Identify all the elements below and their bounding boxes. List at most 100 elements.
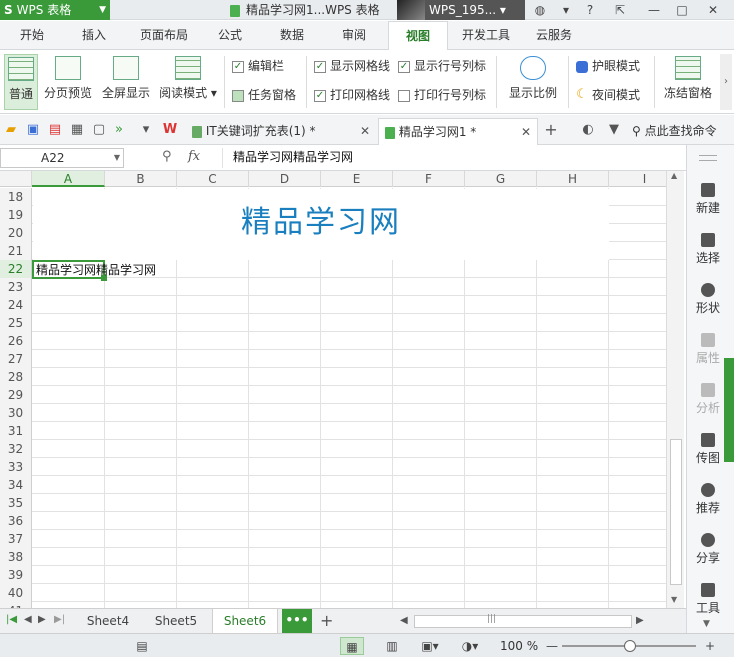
tab-view[interactable]: 视图 <box>388 21 448 50</box>
table-row[interactable]: 27 <box>0 350 666 368</box>
shirt-icon[interactable]: ▾ <box>556 0 576 20</box>
row-header[interactable]: 26 <box>0 332 32 350</box>
show-gridlines-checkbox[interactable]: ✓ 显示网格线 <box>314 58 390 74</box>
normal-view-icon[interactable]: ▦ <box>340 637 364 655</box>
sync-icon[interactable]: ◍ <box>530 0 550 20</box>
table-row[interactable]: 28 <box>0 368 666 386</box>
zoom-formula-icon[interactable]: ⚲ <box>162 149 172 164</box>
panel-shape[interactable]: 形状 <box>687 283 729 316</box>
normal-view-button[interactable]: 普通 <box>4 54 38 110</box>
scroll-right-icon[interactable]: ▶ <box>636 615 644 626</box>
row-header[interactable]: 31 <box>0 422 32 440</box>
panel-upload-image[interactable]: 传图 <box>687 433 729 466</box>
add-sheet-icon[interactable]: + <box>320 611 333 630</box>
column-header-b[interactable]: B <box>105 171 177 187</box>
page-break-preview-button[interactable]: 分页预览 <box>42 54 94 110</box>
help-icon[interactable]: ? <box>580 0 600 20</box>
minimize-icon[interactable]: — <box>644 0 664 20</box>
doc-tab-jingpin[interactable]: 精品学习网1 * ✕ <box>378 118 538 145</box>
column-header-g[interactable]: G <box>465 171 537 187</box>
table-row[interactable]: 34 <box>0 476 666 494</box>
table-row[interactable]: 37 <box>0 530 666 548</box>
formula-input[interactable]: 精品学习网精品学习网 <box>222 148 684 168</box>
eye-protection-toggle[interactable]: 护眼模式 <box>576 58 640 74</box>
table-row[interactable]: 26 <box>0 332 666 350</box>
column-header-i[interactable]: I <box>609 171 666 187</box>
export-pdf-icon[interactable]: ▤ <box>47 122 63 138</box>
row-header[interactable]: 20 <box>0 224 32 242</box>
row-header[interactable]: 23 <box>0 278 32 296</box>
close-icon[interactable]: ✕ <box>703 0 723 20</box>
panel-recommend[interactable]: 推荐 <box>687 483 729 516</box>
vertical-scroll-thumb[interactable] <box>670 439 682 585</box>
edit-bar-checkbox[interactable]: ✓ 编辑栏 <box>232 58 284 74</box>
table-row[interactable]: 39 <box>0 566 666 584</box>
more-tools-icon[interactable]: » <box>111 122 127 138</box>
sheet-tab-sheet6[interactable]: Sheet6 <box>212 609 278 634</box>
zoom-out-icon[interactable]: — <box>540 637 564 655</box>
dropdown-icon[interactable]: ▾ <box>138 122 154 138</box>
spreadsheet-grid[interactable]: A B C D E F G H I 18 19 20 21 22 23 24 25 26 27 28… <box>0 171 666 608</box>
task-pane-checkbox[interactable]: 任务窗格 <box>232 87 296 103</box>
zoom-level[interactable]: 100 % <box>500 634 538 658</box>
doc-tab-it-keywords[interactable]: IT关键词扩充表(1) * ✕ <box>186 118 376 145</box>
table-row[interactable]: 31 <box>0 422 666 440</box>
column-header-f[interactable]: F <box>393 171 465 187</box>
tab-home[interactable]: 开始 <box>8 21 56 50</box>
zoom-slider-knob[interactable] <box>624 640 636 652</box>
wps-logo-icon[interactable]: W <box>162 122 178 138</box>
column-header-e[interactable]: E <box>321 171 393 187</box>
table-row[interactable]: 25 <box>0 314 666 332</box>
scroll-down-icon[interactable]: ▼ <box>671 595 677 604</box>
row-header[interactable]: 34 <box>0 476 32 494</box>
open-folder-icon[interactable]: ▰ <box>3 122 19 138</box>
row-header[interactable]: 35 <box>0 494 32 512</box>
vertical-scrollbar[interactable]: ▲ ▼ <box>666 171 684 608</box>
table-row[interactable]: 33 <box>0 458 666 476</box>
tab-developer[interactable]: 开发工具 <box>454 21 518 50</box>
eye-protection-status-icon[interactable]: ◑▾ <box>458 637 482 655</box>
next-sheet-icon[interactable]: ▶ <box>38 614 46 625</box>
zoom-in-icon[interactable]: + <box>698 637 722 655</box>
share-window-icon[interactable]: ⇱ <box>610 0 630 20</box>
fx-icon[interactable]: fx <box>188 149 200 164</box>
table-row[interactable]: 32 <box>0 440 666 458</box>
row-header[interactable]: 24 <box>0 296 32 314</box>
column-header-c[interactable]: C <box>177 171 249 187</box>
last-sheet-icon[interactable]: ▶| <box>54 614 65 625</box>
table-row[interactable]: 30 <box>0 404 666 422</box>
print-gridlines-checkbox[interactable]: ✓ 打印网格线 <box>314 87 390 103</box>
new-tab-icon[interactable]: + <box>543 122 559 138</box>
row-header[interactable]: 32 <box>0 440 32 458</box>
tab-data[interactable]: 数据 <box>268 21 316 50</box>
ribbon-scroll-right-icon[interactable]: › <box>720 54 732 110</box>
command-search[interactable]: ⚲ 点此查找命令 <box>632 122 717 139</box>
print-headers-checkbox[interactable]: 打印行号列标 <box>398 87 486 103</box>
row-header[interactable]: 28 <box>0 368 32 386</box>
first-sheet-icon[interactable]: |◀ <box>6 614 17 625</box>
tab-insert[interactable]: 插入 <box>70 21 118 50</box>
select-all-corner[interactable] <box>0 171 32 187</box>
row-header[interactable]: 40 <box>0 584 32 602</box>
macro-icon[interactable]: ▤ <box>130 637 154 655</box>
column-header-a[interactable]: A <box>32 171 105 187</box>
sheet-tab-sheet5[interactable]: Sheet5 <box>146 609 206 634</box>
column-header-h[interactable]: H <box>537 171 609 187</box>
print-preview-icon[interactable]: ▢ <box>91 122 107 138</box>
full-screen-button[interactable]: 全屏显示 <box>100 54 152 110</box>
reading-view-icon[interactable]: ▣▾ <box>418 637 442 655</box>
row-header[interactable]: 18 <box>0 188 32 206</box>
close-tab-icon[interactable]: ✕ <box>360 118 370 145</box>
row-header[interactable]: 22 <box>0 260 32 278</box>
row-header[interactable]: 33 <box>0 458 32 476</box>
row-header[interactable]: 38 <box>0 548 32 566</box>
scroll-left-icon[interactable]: ◀ <box>400 615 408 626</box>
row-header[interactable]: 36 <box>0 512 32 530</box>
more-sheets-button[interactable]: ••• <box>282 609 312 634</box>
scroll-up-icon[interactable]: ▲ <box>671 171 677 180</box>
page-break-view-icon[interactable]: ▥ <box>380 637 404 655</box>
row-header[interactable]: 30 <box>0 404 32 422</box>
freeze-panes-button[interactable]: 冻结窗格 <box>660 54 716 110</box>
panel-share[interactable]: 分享 <box>687 533 729 566</box>
panel-toggle-handle[interactable] <box>724 358 734 462</box>
